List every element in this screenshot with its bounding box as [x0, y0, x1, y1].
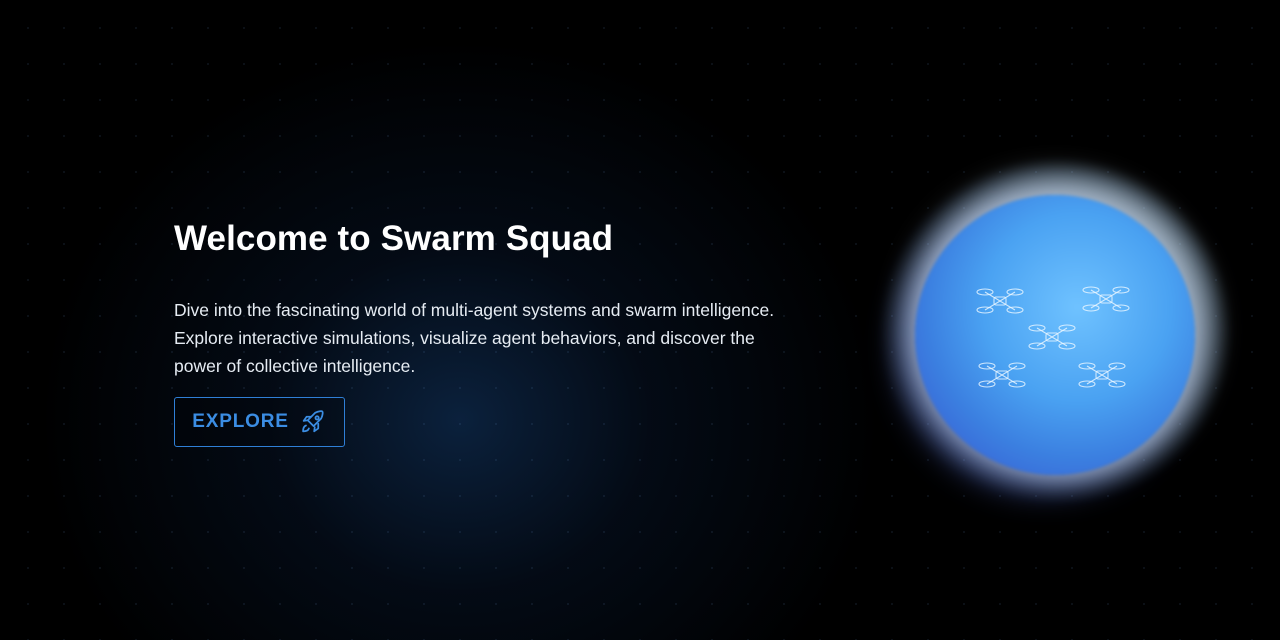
- drone-icon: [976, 288, 1024, 314]
- rocket-icon: [299, 408, 327, 436]
- drone-icon: [1028, 324, 1076, 350]
- hero-description: Dive into the fascinating world of multi…: [174, 300, 775, 376]
- drone-icon: [978, 362, 1026, 388]
- landing-page: Welcome to Swarm Squad Dive into the fas…: [0, 0, 1280, 640]
- hero-title: Welcome to Swarm Squad: [174, 219, 614, 258]
- explore-button[interactable]: EXPLORE: [174, 397, 345, 447]
- hero-section: Welcome to Swarm Squad Dive into the fas…: [174, 214, 794, 447]
- drone-icon: [1078, 362, 1126, 388]
- explore-button-label: EXPLORE: [192, 411, 289, 432]
- swarm-orb: [885, 165, 1225, 505]
- drone-icon: [1082, 286, 1130, 312]
